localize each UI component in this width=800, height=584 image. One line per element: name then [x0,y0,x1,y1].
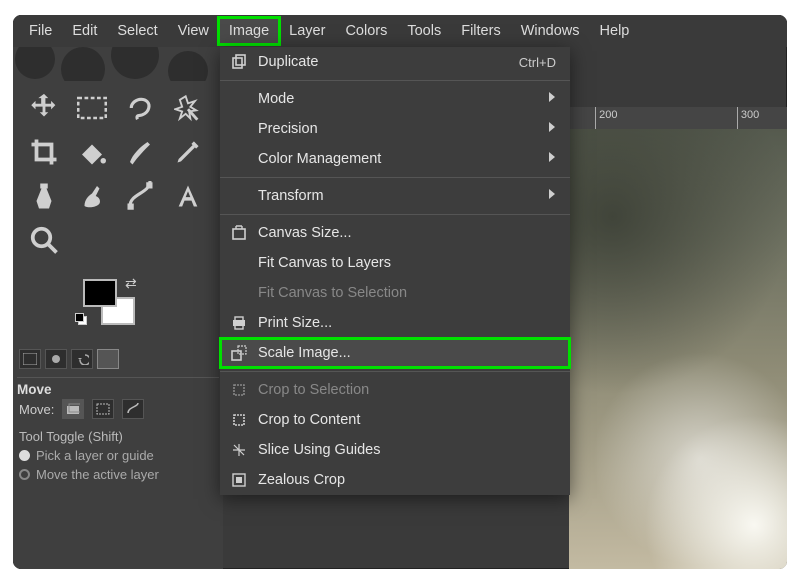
menu-item-transform[interactable]: Transform [220,181,570,211]
menu-item-print-size[interactable]: Print Size... [220,308,570,338]
menu-layer[interactable]: Layer [279,18,335,44]
move-mode-row: Move: [19,399,144,419]
crop-icon [230,411,248,429]
menu-edit[interactable]: Edit [62,18,107,44]
menu-image[interactable]: Image [219,18,279,44]
submenu-arrow-icon [548,151,556,167]
move-label: Move: [19,402,54,417]
tool-text[interactable] [165,175,211,217]
submenu-arrow-icon [548,91,556,107]
move-mode-selection[interactable] [92,399,114,419]
menu-view[interactable]: View [168,18,219,44]
print-icon [230,314,248,332]
tool-fuzzy-select[interactable] [165,87,211,129]
menu-item-zealous-crop[interactable]: Zealous Crop [220,465,570,495]
menu-item-precision[interactable]: Precision [220,114,570,144]
menu-item-label: Duplicate [258,54,509,70]
canvas-size-icon [230,224,248,242]
swap-colors-icon[interactable]: ⇄ [125,275,137,292]
tab-tool-options[interactable] [19,349,41,369]
menu-item-label: Fit Canvas to Layers [258,255,556,271]
submenu-arrow-icon [548,121,556,137]
toolbox-decor [13,47,223,81]
menu-item-label: Transform [258,188,538,204]
crop-icon [230,381,248,399]
menu-file[interactable]: File [19,18,62,44]
menu-item-label: Precision [258,121,538,137]
menu-item-slice-guides[interactable]: Slice Using Guides [220,435,570,465]
menu-windows[interactable]: Windows [511,18,590,44]
scale-icon [230,344,248,362]
menu-item-mode[interactable]: Mode [220,84,570,114]
tool-smudge[interactable] [69,175,115,217]
duplicate-icon [230,53,248,71]
reset-colors-icon[interactable] [75,313,87,325]
menu-item-crop-content[interactable]: Crop to Content [220,405,570,435]
menu-item-shortcut: Ctrl+D [519,55,556,70]
tool-options-tabs [19,349,119,369]
menu-item-color-management[interactable]: Color Management [220,144,570,174]
slice-icon [230,441,248,459]
menu-item-fit-canvas-layers[interactable]: Fit Canvas to Layers [220,248,570,278]
menu-item-label: Print Size... [258,315,556,331]
tool-toggle-group: Tool Toggle (Shift) Pick a layer or guid… [19,429,159,482]
tool-toggle-label: Tool Toggle (Shift) [19,429,159,444]
menu-item-label: Canvas Size... [258,225,556,241]
canvas-image[interactable] [569,129,787,569]
radio-pick-layer[interactable]: Pick a layer or guide [19,448,159,463]
menu-item-label: Color Management [258,151,538,167]
move-mode-layer[interactable] [62,399,84,419]
tool-move[interactable] [21,87,67,129]
tool-clone[interactable] [21,175,67,217]
zealous-crop-icon [230,471,248,489]
toolbox: ⇄ Move Move: Tool Toggle (Shift) Pick a … [13,47,223,569]
menu-item-label: Crop to Selection [258,382,556,398]
menu-item-label: Fit Canvas to Selection [258,285,556,301]
tool-grid [21,87,211,261]
tool-zoom[interactable] [21,219,67,261]
horizontal-ruler: 200 300 [569,107,787,129]
menu-item-canvas-size[interactable]: Canvas Size... [220,218,570,248]
tool-path[interactable] [117,175,163,217]
app-window: File Edit Select View Image Layer Colors… [13,15,787,569]
tab-undo-history[interactable] [71,349,93,369]
menu-bar: File Edit Select View Image Layer Colors… [13,15,787,47]
menu-item-label: Mode [258,91,538,107]
color-swatches[interactable]: ⇄ [83,279,153,337]
move-mode-path[interactable] [122,399,144,419]
tab-device-status[interactable] [45,349,67,369]
ruler-tick: 300 [737,107,759,129]
menu-item-crop-selection: Crop to Selection [220,375,570,405]
menu-tools[interactable]: Tools [397,18,451,44]
tool-bucket-fill[interactable] [69,131,115,173]
menu-item-label: Slice Using Guides [258,442,556,458]
radio-move-active-layer[interactable]: Move the active layer [19,467,159,482]
tool-paintbrush[interactable] [117,131,163,173]
tab-images[interactable] [97,349,119,369]
tool-free-select[interactable] [117,87,163,129]
menu-item-fit-canvas-selection: Fit Canvas to Selection [220,278,570,308]
tool-pencil[interactable] [165,131,211,173]
tool-crop[interactable] [21,131,67,173]
ruler-tick: 200 [595,107,617,129]
menu-item-label: Crop to Content [258,412,556,428]
tool-rect-select[interactable] [69,87,115,129]
menu-item-label: Zealous Crop [258,472,556,488]
menu-colors[interactable]: Colors [335,18,397,44]
image-menu-dropdown: Duplicate Ctrl+D Mode Precision Color Ma… [220,47,570,495]
tool-options-header: Move [17,377,219,397]
fg-color-swatch[interactable] [83,279,117,307]
menu-filters[interactable]: Filters [451,18,510,44]
menu-item-label: Scale Image... [258,345,556,361]
submenu-arrow-icon [548,188,556,204]
menu-item-duplicate[interactable]: Duplicate Ctrl+D [220,47,570,77]
menu-item-scale-image[interactable]: Scale Image... [220,338,570,368]
menu-select[interactable]: Select [107,18,167,44]
menu-help[interactable]: Help [590,18,640,44]
